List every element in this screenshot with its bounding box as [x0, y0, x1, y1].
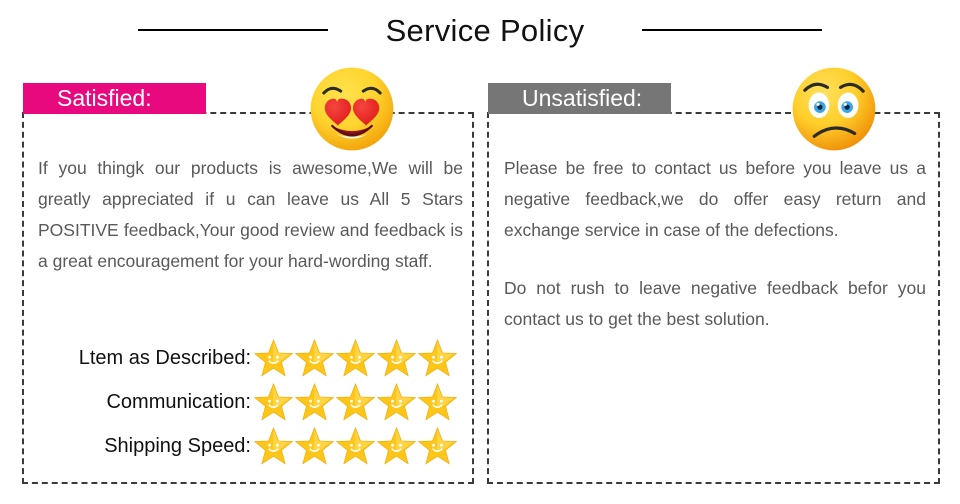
star-icon: [335, 426, 376, 466]
star-icon: [335, 338, 376, 378]
sad-frowning-face-icon: [787, 62, 881, 156]
star-icon: [253, 338, 294, 378]
unsatisfied-paragraph-2: Do not rush to leave negative feedback b…: [504, 278, 926, 329]
satisfied-paragraph-text: If you thingk our products is awesome,We…: [38, 158, 463, 271]
rating-label-shipping-speed: Shipping Speed:: [104, 435, 251, 457]
unsatisfied-paragraph-1: Please be free to contact us before you …: [504, 158, 926, 240]
rating-row: Shipping Speed:: [26, 424, 458, 468]
title-rule-right: [642, 29, 823, 31]
heart-eyes-smiling-face-icon: [305, 62, 399, 156]
star-icon: [417, 426, 458, 466]
star-icon: [376, 426, 417, 466]
star-icon: [417, 382, 458, 422]
star-icon: [294, 426, 335, 466]
rating-list: Ltem as Described: Communication: Shippi…: [26, 336, 458, 468]
star-rating-communication: [253, 382, 458, 422]
service-policy-banner: Service Policy Satisfied: Unsatisfied: I…: [0, 0, 960, 504]
satisfied-badge-label: Satisfied:: [57, 85, 152, 111]
satisfied-badge: Satisfied:: [23, 83, 206, 114]
unsatisfied-badge: Unsatisfied:: [488, 83, 671, 114]
star-icon: [294, 338, 335, 378]
rating-row: Communication:: [26, 380, 458, 424]
page-header: Service Policy: [0, 6, 960, 54]
star-icon: [376, 338, 417, 378]
star-icon: [294, 382, 335, 422]
rating-label-communication: Communication:: [106, 391, 251, 413]
satisfied-paragraph: If you thingk our products is awesome,We…: [38, 153, 463, 277]
star-icon: [253, 426, 294, 466]
title-rule-left: [137, 29, 328, 31]
unsatisfied-badge-label: Unsatisfied:: [522, 85, 643, 111]
unsatisfied-paragraphs: Please be free to contact us before you …: [504, 153, 926, 335]
star-icon: [417, 338, 458, 378]
star-icon: [376, 382, 417, 422]
rating-label-item-as-described: Ltem as Described:: [78, 347, 251, 369]
star-icon: [253, 382, 294, 422]
page-title: Service Policy: [385, 12, 585, 48]
star-icon: [335, 382, 376, 422]
star-rating-shipping-speed: [253, 426, 458, 466]
rating-row: Ltem as Described:: [26, 336, 458, 380]
star-rating-item-as-described: [253, 338, 458, 378]
